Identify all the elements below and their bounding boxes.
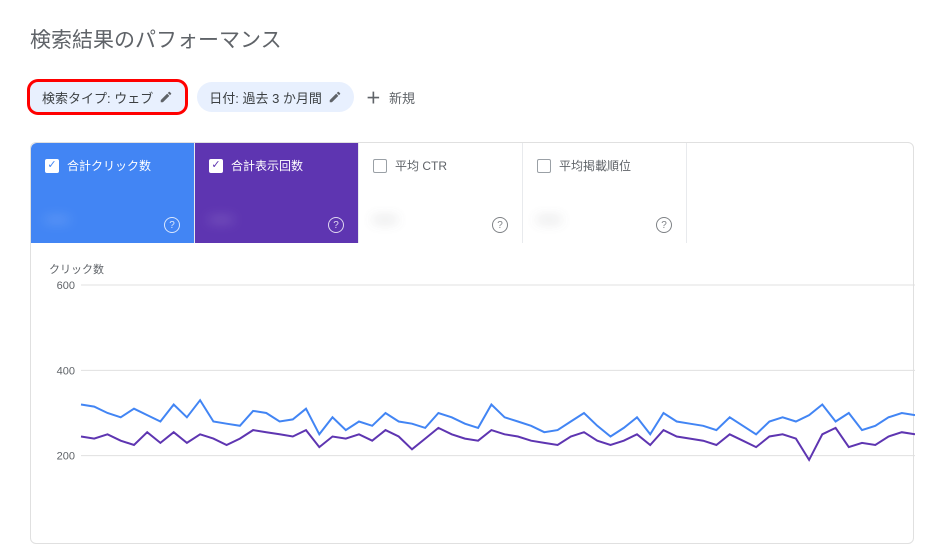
filter-search-type[interactable]: 検索タイプ: ウェブ xyxy=(30,82,185,112)
checkbox-checked-icon: ✓ xyxy=(45,159,59,173)
add-filter-button[interactable]: ＋ 新規 xyxy=(366,87,415,108)
checkbox-checked-icon: ✓ xyxy=(209,159,223,173)
checkbox-unchecked-icon xyxy=(373,159,387,173)
filter-date-label: 日付: 過去 3 か月間 xyxy=(209,88,322,107)
line-chart: 600 400 200 xyxy=(49,281,915,541)
metric-label: 合計表示回数 xyxy=(231,157,303,174)
metric-avg-position[interactable]: 平均掲載順位 — ? xyxy=(523,143,687,243)
performance-card: ✓ 合計クリック数 — ? ✓ 合計表示回数 — ? 平均 CTR xyxy=(30,142,914,544)
checkbox-unchecked-icon xyxy=(537,159,551,173)
chart-title: クリック数 xyxy=(49,261,913,277)
metric-label: 平均 CTR xyxy=(395,157,447,174)
metric-head: 平均 CTR xyxy=(373,157,508,174)
help-icon[interactable]: ? xyxy=(492,217,508,233)
metric-value: — xyxy=(537,205,561,233)
metric-value: — xyxy=(209,205,233,233)
chart-area: クリック数 600 400 200 xyxy=(31,243,913,543)
filter-date[interactable]: 日付: 過去 3 か月間 xyxy=(197,82,354,112)
pencil-icon xyxy=(159,90,173,104)
page-title: 検索結果のパフォーマンス xyxy=(0,0,934,54)
plus-icon: ＋ xyxy=(366,87,381,108)
svg-text:200: 200 xyxy=(57,451,75,463)
filter-bar: 検索タイプ: ウェブ 日付: 過去 3 か月間 ＋ 新規 xyxy=(0,54,934,112)
metrics-row: ✓ 合計クリック数 — ? ✓ 合計表示回数 — ? 平均 CTR xyxy=(31,143,913,243)
metric-avg-ctr[interactable]: 平均 CTR — ? xyxy=(359,143,523,243)
add-filter-label: 新規 xyxy=(389,88,415,107)
metric-total-clicks[interactable]: ✓ 合計クリック数 — ? xyxy=(31,143,195,243)
metric-total-impressions[interactable]: ✓ 合計表示回数 — ? xyxy=(195,143,359,243)
metric-value: — xyxy=(45,205,69,233)
pencil-icon xyxy=(328,90,342,104)
help-icon[interactable]: ? xyxy=(656,217,672,233)
metric-head: ✓ 合計クリック数 xyxy=(45,157,180,174)
metric-value: — xyxy=(373,205,397,233)
svg-text:600: 600 xyxy=(57,281,75,292)
metric-label: 合計クリック数 xyxy=(67,157,151,174)
help-icon[interactable]: ? xyxy=(328,217,344,233)
svg-text:400: 400 xyxy=(57,365,75,377)
metric-label: 平均掲載順位 xyxy=(559,157,631,174)
metric-head: ✓ 合計表示回数 xyxy=(209,157,344,174)
filter-search-type-label: 検索タイプ: ウェブ xyxy=(42,88,153,107)
help-icon[interactable]: ? xyxy=(164,217,180,233)
metric-head: 平均掲載順位 xyxy=(537,157,672,174)
